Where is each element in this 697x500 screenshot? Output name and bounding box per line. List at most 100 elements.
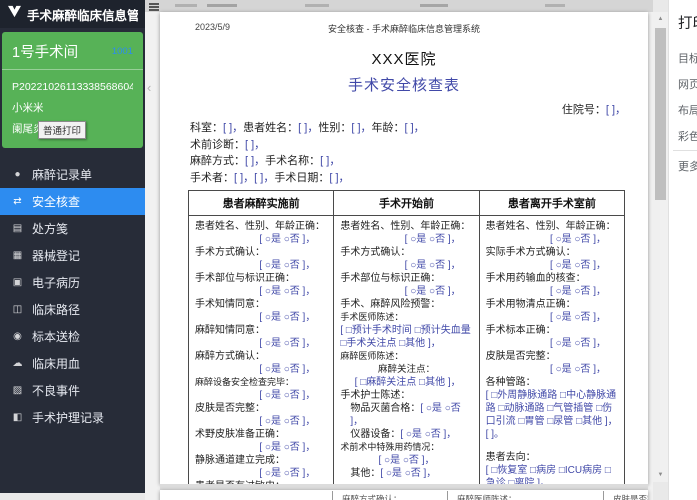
checklist-answer: [ ○是 ○否 ]， <box>259 338 316 349</box>
sidebar-item-3[interactable]: ▦ 器械登记 <box>0 242 145 269</box>
collapse-chevron-icon[interactable]: ‹ <box>147 80 151 95</box>
checklist-question: 手术部位与标识正确： <box>195 273 295 284</box>
panel-divider <box>673 150 697 151</box>
page2-text-fragment: 麻醉医师陈述： <box>457 494 517 500</box>
table-column-header: 患者麻醉实施前 <box>187 190 335 216</box>
checklist-answer: [ ○是 ○否 ]， <box>550 286 606 297</box>
checklist-answer: [ ○是 ○否 ]， <box>404 234 461 245</box>
checklist-question <box>486 441 618 451</box>
page2-table-border <box>447 491 448 500</box>
checklist-answer: [ ○是 ○否 ]， <box>404 260 461 271</box>
checklist-question: 麻醉关注点： <box>377 364 435 375</box>
document-page-2: 麻醉方式确认： 麻醉医师陈述： 皮肤是否完整： <box>160 490 648 500</box>
app-window: 手术麻醉临床信息管... 1号手术间 1001 P202210261133385… <box>0 0 697 500</box>
checklist-question: 仪器设备：[ ○是 ○否 ]， <box>350 429 457 440</box>
checklist-answer: [ ○是 ○否 ]， <box>259 312 316 323</box>
top-strip <box>145 0 653 12</box>
print-doc-title: 安全核查 - 手术麻醉临床信息管理系统 <box>328 24 480 34</box>
scroll-up-icon[interactable]: ▲ <box>653 12 668 26</box>
sidebar-item-9[interactable]: ◧ 手术护理记录 <box>0 404 145 431</box>
checklist-question: 麻醉方式确认： <box>195 351 265 362</box>
print-dialog-panel: 打印 目标网页布局彩色 更多 <box>668 0 697 500</box>
checklist-question: 其他：[ ○是 ○否 ]， <box>350 468 437 479</box>
blood-icon: ☁ <box>12 358 23 369</box>
menu-collapse-icon[interactable] <box>149 3 159 12</box>
top-strip-artifact <box>420 4 448 7</box>
page2-table-border <box>332 491 333 500</box>
nursing-record-icon: ◧ <box>12 412 23 423</box>
sidebar-item-1[interactable]: ⇄ 安全核查 <box>0 188 145 215</box>
patient-info-line: 麻醉方式：[ ]，手术名称：[ ]， <box>190 155 341 167</box>
table-column-0: 患者姓名、性别、年龄正确： [ ○是 ○否 ]， 手术方式确认： [ ○是 ○否 ]，… <box>187 215 335 484</box>
page2-text-fragment: 皮肤是否完整： <box>613 494 648 500</box>
sidebar: 手术麻醉临床信息管... 1号手术间 1001 P202210261133385… <box>0 0 145 493</box>
checklist-question: 手术护士陈述： <box>340 390 411 401</box>
checklist-answer: [ ○是 ○否 ]， <box>259 260 316 271</box>
print-preview-area: ‹ 2023/5/9 安全核查 - 手术麻醉临床信息管理系统 XXX医院 手术安… <box>145 0 653 500</box>
checklist-question: 静脉通道建立完成： <box>195 455 285 466</box>
top-strip-artifact <box>305 4 329 7</box>
checklist-answer: [ □恢复室 □病房 □ICU病房 □急诊 □离院 ]。 <box>485 465 611 484</box>
checklist-question: 手术标本正确： <box>485 325 556 336</box>
table-column-2: 患者姓名、性别、年龄正确： [ ○是 ○否 ]， 实际手术方式确认： [ ○是 ○否 … <box>478 215 626 484</box>
top-strip-artifact <box>207 4 237 7</box>
checklist-answer: [ □麻醉关注点 □其他 ]， <box>354 377 461 388</box>
sidebar-item-2[interactable]: ▤ 处方笺 <box>0 215 145 242</box>
checklist-question: 皮肤是否完整： <box>485 351 556 362</box>
patient-info-block: 科室：[ ]，患者姓名：[ ]，性别：[ ]，年龄：[ ]， 术前诊断：[ ]， 麻… <box>190 120 620 186</box>
room-card-line: P202210261133385686040 <box>12 81 133 93</box>
checklist-question: 手术用药输血的核查： <box>485 273 586 284</box>
safety-check-icon: ⇄ <box>13 196 22 207</box>
checklist-question: 各种管路： <box>485 377 536 388</box>
preview-scrollbar[interactable]: ▲ ▼ <box>653 12 668 482</box>
print-setting-label-1: 网页 <box>678 79 697 91</box>
sidebar-item-6[interactable]: ◉ 标本送检 <box>0 323 145 350</box>
sidebar-item-label: 手术护理记录 <box>32 411 105 425</box>
checklist-answer: [ ○是 ○否 ]， <box>378 455 435 466</box>
more-settings-label[interactable]: 更多 <box>678 158 697 174</box>
checklist-answer: [ ○是 ○否 ]， <box>550 312 606 323</box>
document-page-1: 2023/5/9 安全核查 - 手术麻醉临床信息管理系统 XXX医院 手术安全核… <box>160 12 648 484</box>
checklist-question: 患者姓名、性别、年龄正确： <box>340 221 471 232</box>
room-badge: 1001 <box>111 46 133 57</box>
checklist-question: 物品灭菌合格：[ ○是 ○否 ]， <box>350 403 461 427</box>
table-column-1: 患者姓名、性别、年龄正确： [ ○是 ○否 ]， 手术方式确认： [ ○是 ○否 ]，… <box>333 215 480 484</box>
sidebar-item-5[interactable]: ◫ 临床路径 <box>0 296 145 323</box>
adverse-event-icon: ▨ <box>12 385 23 396</box>
scroll-down-icon[interactable]: ▼ <box>653 468 668 482</box>
checklist-answer: [ ○是 ○否 ]， <box>550 338 606 349</box>
hospital-title: XXX医院 <box>371 51 437 68</box>
emr-icon: ▣ <box>12 277 23 288</box>
checklist-question: 麻醉医师陈述： <box>340 351 404 361</box>
checklist-answer: [ ○是 ○否 ]， <box>259 364 316 375</box>
sidebar-item-7[interactable]: ☁ 临床用血 <box>0 350 145 377</box>
page2-text-fragment: 麻醉方式确认： <box>342 494 402 500</box>
checklist-answer: [ ○是 ○否 ]， <box>550 234 606 245</box>
checklist-question: 术前术中特殊用药情况： <box>340 442 440 452</box>
checklist-question: 手术、麻醉风险预警： <box>340 299 441 310</box>
sidebar-item-4[interactable]: ▣ 电子病历 <box>0 269 145 296</box>
page2-table-border <box>603 491 604 500</box>
admission-no-line: 住院号：[ ]， <box>561 104 626 116</box>
sidebar-item-0[interactable]: ● 麻醉记录单 <box>0 161 145 188</box>
table-column-header: 患者离开手术室前 <box>478 190 626 216</box>
safety-check-table: 患者麻醉实施前 手术开始前 患者离开手术室前 患者姓名、性别、年龄正确： [ ○是 ○… <box>187 190 626 484</box>
checklist-answer: [ ○是 ○否 ]， <box>259 390 316 401</box>
sidebar-item-label: 临床路径 <box>32 303 81 317</box>
checklist-answer: [ ○是 ○否 ]， <box>259 468 316 479</box>
patient-info-line: 手术者：[ ]，[ ]，手术日期：[ ]， <box>190 171 350 184</box>
scrollbar-thumb[interactable] <box>655 28 666 200</box>
checklist-question: 手术方式确认： <box>340 247 411 258</box>
sidebar-item-8[interactable]: ▨ 不良事件 <box>0 377 145 404</box>
checklist-question: 术野皮肤准备正确： <box>195 429 285 440</box>
sidebar-item-label: 电子病历 <box>32 276 81 290</box>
top-strip-artifact <box>545 4 565 7</box>
sidebar-item-label: 处方笺 <box>32 222 69 236</box>
patient-info-line: 科室：[ ]，患者姓名：[ ]，性别：[ ]，年龄：[ ]， <box>190 122 425 134</box>
room-card-line: 小米米 <box>12 102 44 114</box>
checklist-question: 皮肤是否完整： <box>195 403 265 414</box>
print-panel-title: 打印 <box>678 16 697 32</box>
checklist-question: 手术部位与标识正确： <box>340 273 441 284</box>
table-column-header: 手术开始前 <box>333 190 480 216</box>
clinical-pathway-icon: ◫ <box>12 304 23 315</box>
